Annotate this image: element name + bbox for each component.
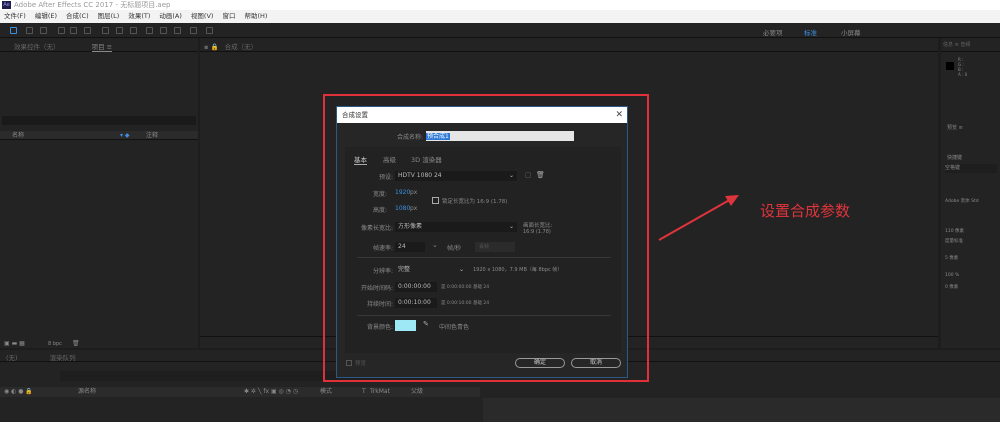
menu-view[interactable]: 视图(V) bbox=[191, 10, 214, 23]
menu-animation[interactable]: 动画(A) bbox=[159, 10, 182, 23]
tab-audio[interactable]: 音频 bbox=[960, 42, 970, 48]
menu-layer[interactable]: 图层(L) bbox=[98, 10, 120, 23]
workspace-essentials[interactable]: 必要项 bbox=[763, 27, 783, 37]
tab-render-queue[interactable]: 渲染队列 bbox=[50, 354, 76, 362]
tab-preview[interactable]: 预览 ≡ bbox=[947, 124, 963, 131]
camera-tool-icon[interactable] bbox=[70, 27, 77, 34]
annotation-arrow-icon bbox=[658, 195, 739, 241]
clone-tool-icon[interactable] bbox=[160, 27, 167, 34]
col-source-name[interactable]: 源名称 bbox=[78, 387, 96, 397]
project-panel: 效果控件（无） 项目 ≡ 名称 ▾ ◆ 注释 ▣ ▬ ▦ 8 bpc 🗑 bbox=[0, 38, 198, 348]
tab-composition[interactable]: 合成（无） bbox=[225, 43, 258, 51]
roto-tool-icon[interactable] bbox=[190, 27, 197, 34]
col-t[interactable]: T bbox=[362, 387, 366, 397]
zoom-tool-icon[interactable] bbox=[40, 27, 47, 34]
bpc-label[interactable]: 8 bpc bbox=[48, 341, 62, 347]
tab-effect-controls[interactable]: 效果控件（无） bbox=[14, 43, 60, 51]
menu-composition[interactable]: 合成(C) bbox=[66, 10, 89, 23]
mask-tool-icon[interactable] bbox=[102, 27, 109, 34]
window-title: Adobe After Effects CC 2017 - 无标题项目.aep bbox=[14, 1, 171, 9]
title-bar: Adobe After Effects CC 2017 - 无标题项目.aep bbox=[0, 0, 1000, 10]
baseline-shift[interactable]: 0 像素 bbox=[945, 284, 958, 290]
project-tabs: 效果控件（无） 项目 ≡ bbox=[0, 38, 198, 52]
rotate-tool-icon[interactable] bbox=[58, 27, 65, 34]
col-comment[interactable]: 注释 bbox=[146, 131, 158, 140]
highlight-box bbox=[323, 94, 649, 382]
col-parent[interactable]: 父级 bbox=[411, 387, 423, 397]
lock-icon[interactable]: ▪ 🔒 bbox=[204, 43, 219, 51]
info-values: R :G :B :A : 0 bbox=[958, 57, 967, 77]
av-switch-icons[interactable]: ◉ ◐ ● 🔒 bbox=[4, 388, 33, 395]
project-footer-icons[interactable]: ▣ ▬ ▦ bbox=[4, 340, 25, 347]
menu-edit[interactable]: 编辑(E) bbox=[35, 10, 57, 23]
project-columns: 名称 ▾ ◆ 注释 bbox=[0, 131, 198, 140]
tab-info[interactable]: 信息 ≡ bbox=[943, 42, 959, 48]
annotation-text: 设置合成参数 bbox=[760, 202, 851, 220]
pan-tool-icon[interactable] bbox=[84, 27, 91, 34]
text-tool-icon[interactable] bbox=[130, 27, 137, 34]
viewer-tab-bar: ▪ 🔒 合成（无） bbox=[200, 38, 938, 52]
puppet-tool-icon[interactable] bbox=[206, 27, 213, 34]
hand-tool-icon[interactable] bbox=[26, 27, 33, 34]
shortcut-select[interactable]: 空格键 bbox=[945, 164, 997, 173]
brush-tool-icon[interactable] bbox=[146, 27, 153, 34]
workspace-small-screen[interactable]: 小屏幕 bbox=[841, 27, 861, 37]
menu-help[interactable]: 帮助(H) bbox=[244, 10, 267, 23]
menu-window[interactable]: 窗口 bbox=[222, 10, 235, 23]
pen-tool-icon[interactable] bbox=[116, 27, 123, 34]
kerning[interactable]: 度量标准 bbox=[945, 238, 963, 244]
selection-tool-icon[interactable] bbox=[10, 27, 17, 34]
workspace-standard[interactable]: 标准 bbox=[804, 27, 817, 37]
tab-project[interactable]: 项目 ≡ bbox=[91, 43, 113, 52]
menu-bar: 文件(F) 编辑(E) 合成(C) 图层(L) 效果(T) 动画(A) 视图(V… bbox=[0, 10, 1000, 23]
layer-columns: ◉ ◐ ● 🔒 源名称 ✱ ✲ ╲ fx ▣ ◎ ◔ ◷ 模式 T TrkMat… bbox=[0, 387, 480, 397]
menu-file[interactable]: 文件(F) bbox=[4, 10, 26, 23]
col-trkmat[interactable]: TrkMat bbox=[370, 387, 390, 397]
shortcut-label: 快捷键 bbox=[947, 155, 963, 161]
font-size[interactable]: 110 像素 bbox=[945, 228, 964, 234]
info-a: A : 0 bbox=[958, 72, 968, 77]
timeline-track-area[interactable] bbox=[483, 398, 1000, 422]
right-panel: 信息 ≡ 音频 R :G :B :A : 0 预览 ≡ 快捷键 空格键 Adob… bbox=[941, 38, 1000, 348]
vertical-scale[interactable]: 100 % bbox=[945, 273, 959, 278]
col-mode[interactable]: 模式 bbox=[320, 387, 332, 397]
color-swatch bbox=[946, 62, 954, 70]
col-name[interactable]: 名称 bbox=[12, 132, 24, 139]
menu-effect[interactable]: 效果(T) bbox=[128, 10, 150, 23]
leading[interactable]: 5 像素 bbox=[945, 255, 958, 261]
font-select[interactable]: Adobe 黑体 Std bbox=[945, 198, 979, 204]
ae-logo-icon: Ae bbox=[2, 1, 11, 9]
trash-icon[interactable]: 🗑 bbox=[72, 340, 80, 347]
sort-chevron-icon[interactable]: ▾ ◆ bbox=[120, 131, 130, 140]
eraser-tool-icon[interactable] bbox=[174, 27, 181, 34]
project-search-input[interactable] bbox=[2, 116, 196, 125]
tab-timeline[interactable]: (无) bbox=[6, 354, 18, 362]
switches-icons[interactable]: ✱ ✲ ╲ fx ▣ ◎ ◔ ◷ bbox=[244, 387, 298, 397]
